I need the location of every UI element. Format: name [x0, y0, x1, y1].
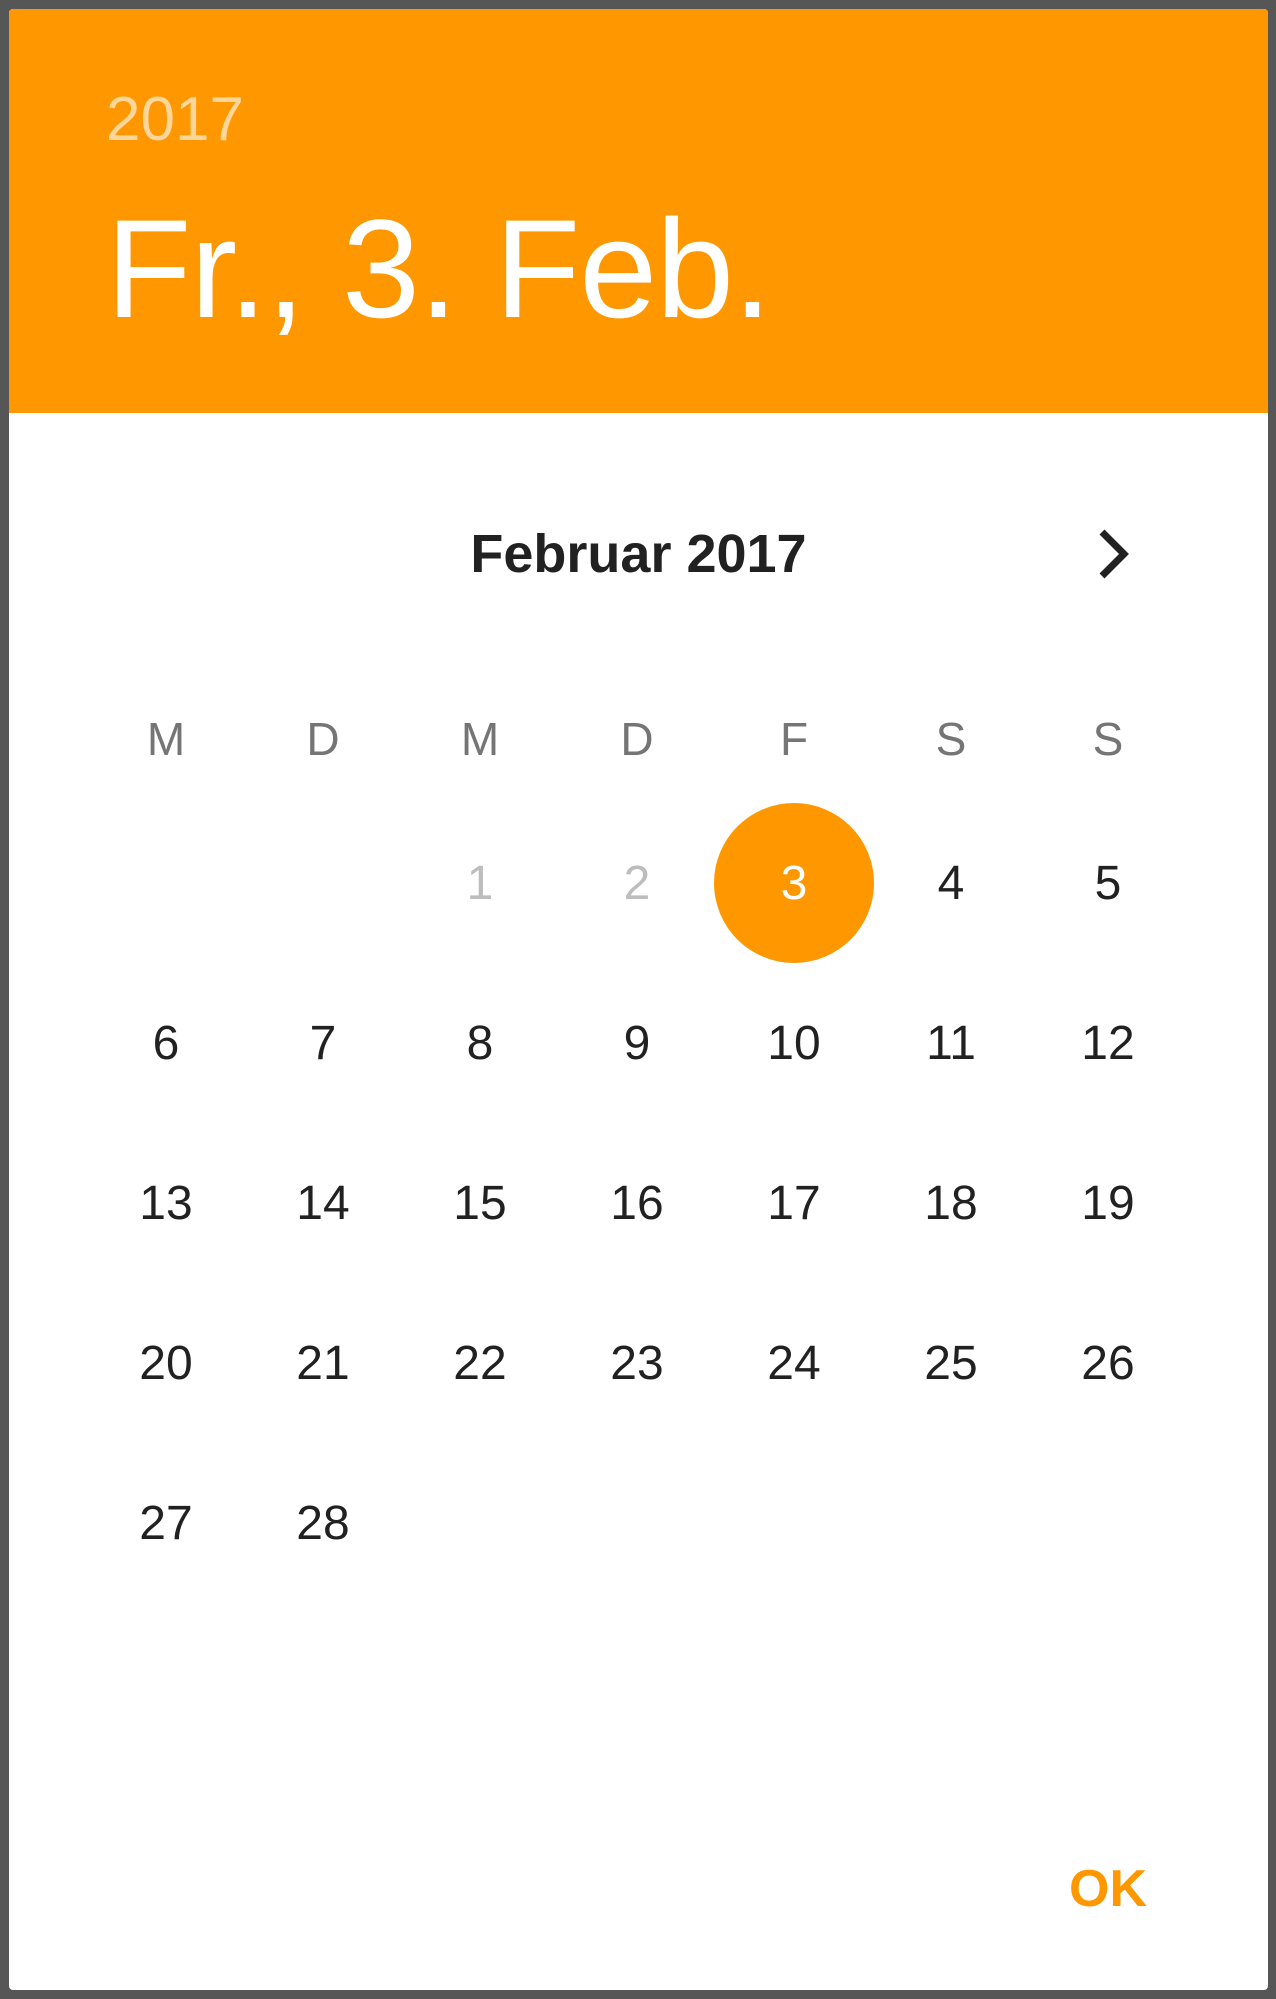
- calendar-day[interactable]: 20: [86, 1283, 246, 1443]
- date-picker-header: 2017 Fr., 3. Feb.: [9, 9, 1268, 413]
- calendar-day[interactable]: 8: [400, 963, 560, 1123]
- calendar-day[interactable]: 18: [871, 1123, 1031, 1283]
- calendar-day[interactable]: 25: [871, 1283, 1031, 1443]
- calendar-day[interactable]: 15: [400, 1123, 560, 1283]
- calendar-day[interactable]: 22: [400, 1283, 560, 1443]
- calendar-day[interactable]: 13: [86, 1123, 246, 1283]
- calendar-day[interactable]: 10: [714, 963, 874, 1123]
- calendar-day[interactable]: 12: [1028, 963, 1188, 1123]
- calendar-day[interactable]: 19: [1028, 1123, 1188, 1283]
- weekday-label: M: [146, 713, 186, 765]
- calendar-day[interactable]: 16: [557, 1123, 717, 1283]
- calendar-day[interactable]: 26: [1028, 1283, 1188, 1443]
- calendar-day[interactable]: 5: [1028, 803, 1188, 963]
- calendar-day[interactable]: 4: [871, 803, 1031, 963]
- calendar-day[interactable]: 9: [557, 963, 717, 1123]
- ok-button[interactable]: OK: [1049, 1849, 1167, 1929]
- calendar-day: 1: [466, 856, 494, 910]
- calendar-day[interactable]: 6: [86, 963, 246, 1123]
- weekday-label: D: [620, 713, 654, 765]
- date-picker-dialog: 2017 Fr., 3. Feb. Februar 2017 MDMDFSS 1…: [9, 9, 1268, 1990]
- weekday-label: S: [1092, 713, 1124, 765]
- weekday-label: D: [306, 713, 340, 765]
- header-year[interactable]: 2017: [106, 89, 244, 151]
- header-selected-date[interactable]: Fr., 3. Feb.: [106, 199, 772, 339]
- calendar-day[interactable]: 7: [243, 963, 403, 1123]
- weekday-label: M: [460, 713, 500, 765]
- calendar-day[interactable]: 17: [714, 1123, 874, 1283]
- calendar-day[interactable]: 28: [243, 1443, 403, 1603]
- calendar-day[interactable]: 21: [243, 1283, 403, 1443]
- calendar-day[interactable]: 14: [243, 1123, 403, 1283]
- calendar-day: 2: [623, 856, 651, 910]
- calendar-day[interactable]: 27: [86, 1443, 246, 1603]
- calendar-day[interactable]: 11: [871, 963, 1031, 1123]
- weekday-label: S: [935, 713, 967, 765]
- chevron-right-icon: [1099, 529, 1129, 579]
- calendar-day[interactable]: 24: [714, 1283, 874, 1443]
- weekday-label: F: [779, 713, 809, 765]
- calendar-day[interactable]: 23: [557, 1283, 717, 1443]
- next-month-button[interactable]: [1079, 519, 1149, 589]
- selected-day[interactable]: 3: [714, 803, 874, 963]
